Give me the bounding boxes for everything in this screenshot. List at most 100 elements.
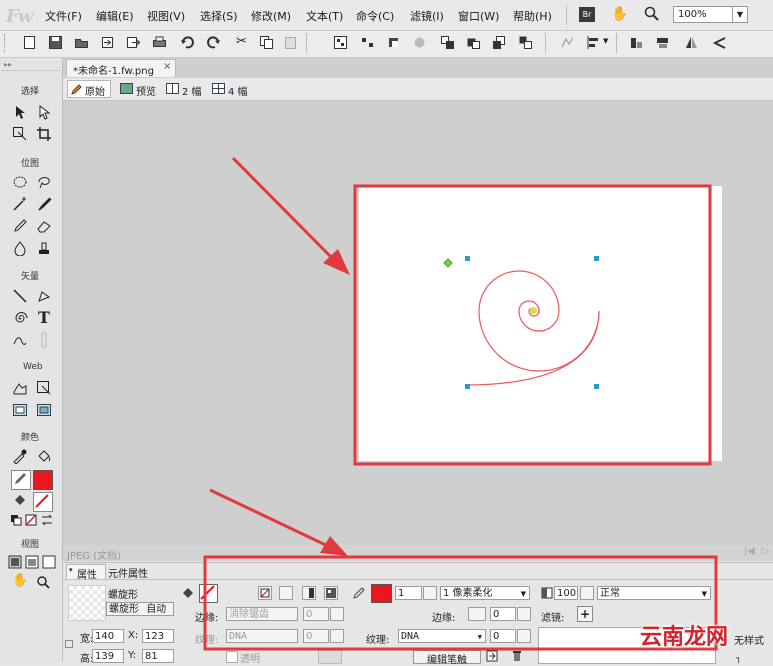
save-icon[interactable]: [48, 35, 63, 50]
stroke-color-picker[interactable]: [371, 584, 392, 603]
x-input[interactable]: 123: [142, 629, 174, 643]
copy-icon[interactable]: [259, 35, 274, 50]
selection-handle[interactable]: [594, 384, 599, 389]
menu-text[interactable]: 文本(T): [306, 8, 343, 24]
menu-file[interactable]: 文件(F): [45, 8, 82, 24]
scale-tool-icon[interactable]: [12, 126, 28, 142]
menu-select[interactable]: 选择(S): [200, 8, 238, 24]
fill-solid-button[interactable]: [279, 586, 293, 600]
import-icon[interactable]: [100, 35, 115, 50]
pointer-tool-icon[interactable]: [12, 104, 28, 120]
align-icon[interactable]: [586, 35, 601, 50]
show-slices-icon[interactable]: [36, 402, 52, 418]
text-tool-icon[interactable]: T: [38, 308, 50, 327]
zoom-tool-icon[interactable]: [36, 575, 50, 589]
document-tab[interactable]: *未命名-1.fw.png ×: [66, 59, 176, 77]
bring-forward-icon[interactable]: [466, 35, 481, 50]
zoom-icon[interactable]: [644, 6, 660, 22]
slice-tool-icon[interactable]: [36, 380, 52, 396]
hand-tool-icon[interactable]: ✋: [12, 573, 28, 588]
open-icon[interactable]: [74, 35, 89, 50]
blur-tool-icon[interactable]: [12, 240, 28, 256]
fill-color-picker[interactable]: [199, 584, 218, 603]
default-colors-icon[interactable]: [10, 514, 22, 526]
split-icon[interactable]: [412, 35, 427, 50]
brush-tool-icon[interactable]: [36, 196, 52, 212]
pencil-tool-icon[interactable]: [12, 218, 28, 234]
close-icon[interactable]: ×: [163, 61, 171, 72]
full-screen-icon[interactable]: [42, 555, 56, 569]
flip-horizontal-icon[interactable]: [684, 35, 699, 50]
magic-wand-tool-icon[interactable]: [12, 196, 28, 212]
fill-pattern-button[interactable]: [324, 586, 338, 600]
bring-to-front-icon[interactable]: [440, 35, 455, 50]
hand-icon[interactable]: ✋: [611, 6, 628, 22]
lasso-tool-icon[interactable]: [36, 174, 52, 190]
constrain-proportions-icon[interactable]: [65, 640, 73, 648]
selection-handle[interactable]: [594, 256, 599, 261]
add-filter-button[interactable]: +: [577, 606, 593, 622]
y-input[interactable]: 81: [142, 649, 174, 663]
fill-texture-select[interactable]: DNA: [226, 629, 298, 643]
paint-bucket-tool-icon[interactable]: [36, 448, 52, 464]
export-icon[interactable]: [126, 35, 141, 50]
line-tool-icon[interactable]: [12, 288, 28, 304]
style-label[interactable]: 无样式: [734, 632, 764, 647]
send-to-back-icon[interactable]: [518, 35, 533, 50]
spiral-center-point[interactable]: [530, 307, 537, 314]
fill-bucket-icon[interactable]: [181, 586, 195, 600]
rotate-right-icon[interactable]: [655, 35, 670, 50]
tab-original[interactable]: 原始: [67, 80, 111, 98]
spiral-tool-icon[interactable]: [12, 310, 28, 326]
rotate-left-icon[interactable]: [629, 35, 644, 50]
tab-symbol-properties[interactable]: 元件属性: [108, 565, 148, 580]
eraser-tool-icon[interactable]: [36, 218, 52, 234]
redo-icon[interactable]: [206, 35, 221, 50]
spiral-control-point[interactable]: [443, 258, 453, 268]
stroke-color-swatch[interactable]: [33, 470, 53, 490]
selection-handle[interactable]: [465, 256, 470, 261]
menu-edit[interactable]: 编辑(E): [96, 8, 134, 24]
fill-gradient-button[interactable]: [302, 586, 316, 600]
menu-command[interactable]: 命令(C): [356, 8, 394, 24]
chevron-down-icon[interactable]: ▼: [603, 37, 608, 45]
rubber-stamp-tool-icon[interactable]: [36, 240, 52, 256]
chevron-down-icon[interactable]: [423, 586, 437, 600]
distribute-icon[interactable]: [560, 35, 575, 50]
flip-vertical-icon[interactable]: [712, 35, 727, 50]
fill-color-swatch[interactable]: [33, 492, 53, 512]
stroke-size-input[interactable]: 1: [395, 586, 422, 600]
freeform-tool-icon[interactable]: [12, 332, 28, 348]
menu-modify[interactable]: 修改(M): [251, 8, 291, 24]
transparent-checkbox[interactable]: [226, 651, 238, 663]
hotspot-tool-icon[interactable]: [12, 380, 28, 396]
cut-icon[interactable]: ✂: [236, 34, 247, 49]
stroke-edge-slider[interactable]: [468, 607, 486, 621]
chevron-down-icon[interactable]: [580, 586, 594, 600]
object-type-field[interactable]: 螺旋形 自动: [106, 602, 174, 616]
opacity-input[interactable]: 100: [554, 586, 578, 600]
fill-edge-select[interactable]: 消除锯齿: [226, 607, 298, 621]
join-icon[interactable]: [386, 35, 401, 50]
full-screen-menu-icon[interactable]: [25, 555, 39, 569]
chevron-down-icon[interactable]: [330, 607, 344, 621]
knife-tool-icon[interactable]: [36, 332, 52, 348]
save-stroke-icon[interactable]: [486, 650, 498, 662]
chevron-down-icon[interactable]: [517, 629, 531, 643]
panel-collapse-icon[interactable]: ▸▸: [4, 60, 12, 69]
chevron-down-icon[interactable]: [330, 629, 344, 643]
fill-bucket-icon[interactable]: [12, 492, 28, 508]
undo-icon[interactable]: [180, 35, 195, 50]
trash-icon[interactable]: [511, 650, 523, 662]
tab-properties[interactable]: ▾ 属性: [66, 564, 106, 581]
paste-icon[interactable]: [283, 35, 298, 50]
chevron-down-icon[interactable]: [517, 607, 531, 621]
menu-window[interactable]: 窗口(W): [458, 8, 499, 24]
spiral-shape[interactable]: [440, 245, 610, 395]
selection-handle[interactable]: [465, 384, 470, 389]
stroke-edge-input[interactable]: 0: [490, 607, 516, 621]
bridge-button[interactable]: Br: [579, 7, 595, 22]
marquee-tool-icon[interactable]: [12, 174, 28, 190]
send-backward-icon[interactable]: [492, 35, 507, 50]
blend-mode-select[interactable]: 正常 ▼: [597, 586, 711, 600]
